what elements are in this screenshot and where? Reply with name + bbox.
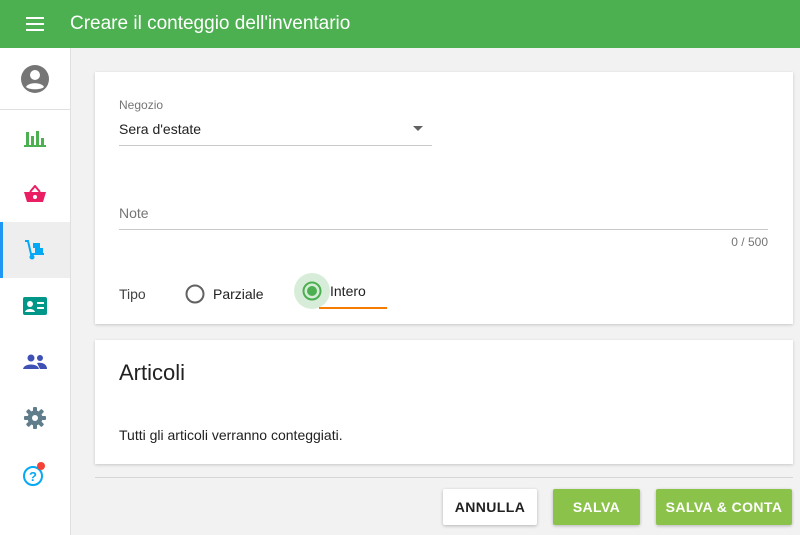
note-placeholder: Note xyxy=(119,205,149,221)
people-icon xyxy=(23,354,47,369)
type-label: Tipo xyxy=(119,286,146,302)
dolly-icon xyxy=(25,240,44,260)
svg-text:?: ? xyxy=(29,469,37,484)
items-section-text: Tutti gli articoli verranno conteggiati. xyxy=(119,427,343,443)
save-button[interactable]: SALVA xyxy=(553,489,640,525)
notification-dot xyxy=(37,462,45,470)
sidebar-item-customers[interactable] xyxy=(0,278,70,334)
help-icon: ? xyxy=(23,462,45,486)
store-select[interactable]: Sera d'estate xyxy=(119,114,432,146)
save-and-count-button[interactable]: SALVA & CONTA xyxy=(656,489,792,525)
store-label: Negozio xyxy=(119,98,164,112)
sidebar-item-employees[interactable] xyxy=(0,334,70,390)
bar-chart-icon xyxy=(24,131,46,147)
chevron-down-icon xyxy=(413,126,423,131)
account-circle-icon xyxy=(21,65,49,93)
footer-divider xyxy=(95,477,793,478)
radio-partial-label: Parziale xyxy=(213,286,264,302)
sidebar-item-reports[interactable] xyxy=(0,110,70,166)
radio-checked-icon xyxy=(294,273,330,309)
sidebar-item-sales[interactable] xyxy=(0,166,70,222)
store-value: Sera d'estate xyxy=(119,121,202,137)
menu-icon xyxy=(26,17,44,31)
app-bar: Creare il conteggio dell'inventario xyxy=(0,0,800,48)
radio-full[interactable]: Intero xyxy=(294,273,366,309)
gear-icon xyxy=(24,407,46,429)
sidebar-item-inventory[interactable] xyxy=(0,222,70,278)
radio-full-label: Intero xyxy=(330,283,366,299)
items-card: Articoli Tutti gli articoli verranno con… xyxy=(95,340,793,464)
radio-unchecked-icon xyxy=(185,284,205,304)
sidebar-item-settings[interactable] xyxy=(0,390,70,446)
note-underline xyxy=(119,229,768,230)
focus-indicator xyxy=(319,307,387,309)
menu-button[interactable] xyxy=(0,0,70,48)
items-section-title: Articoli xyxy=(119,360,186,385)
page-title: Creare il conteggio dell'inventario xyxy=(70,13,351,34)
store-underline xyxy=(119,145,432,146)
sidebar-item-help[interactable]: ? xyxy=(0,446,70,502)
inventory-form-card: Negozio Sera d'estate Note 0 / 500 Tipo … xyxy=(95,72,793,324)
radio-partial[interactable]: Parziale xyxy=(185,284,264,304)
sidebar-nav: ? xyxy=(0,48,71,535)
cancel-button[interactable]: ANNULLA xyxy=(443,489,537,525)
sidebar-item-account[interactable] xyxy=(0,51,70,107)
contact-card-icon xyxy=(23,297,47,315)
note-char-counter: 0 / 500 xyxy=(731,235,768,249)
note-field[interactable]: Note xyxy=(119,197,768,229)
basket-icon xyxy=(24,185,46,202)
